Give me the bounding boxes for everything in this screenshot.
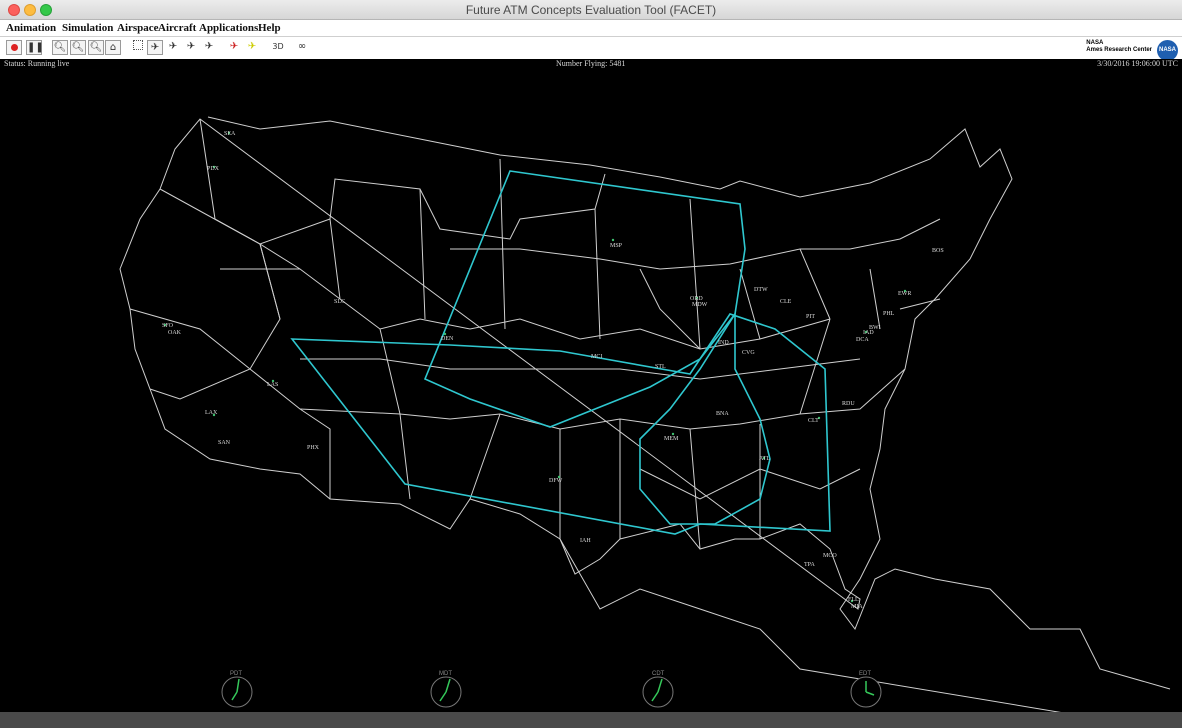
airport-labels: SEA PDX SFO OAK LAX LAS SAN PHX SLC DEN … (162, 131, 944, 610)
aircraft-button-2[interactable]: ✈ (183, 40, 199, 55)
clock-label: EDT (859, 671, 871, 677)
toolbar: ❚❚ 🔍︎ 🔍︎ 🔍︎ ⌂ ✈ ✈ ✈ ✈ ✈ ✈ 3D ∞ (0, 37, 1182, 59)
airport-label: LAX (205, 410, 218, 416)
record-icon (10, 43, 18, 51)
record-button[interactable] (6, 40, 22, 55)
fca-southern (290, 313, 831, 535)
airport-label: PHX (307, 445, 320, 451)
airport-label: MIA (851, 604, 863, 610)
branding-text: NASA Ames Research Center (1086, 40, 1152, 54)
clock-label: CDT (652, 671, 665, 677)
zoom-in-button[interactable]: 🔍︎ (52, 40, 68, 55)
airport-label: RDU (842, 401, 855, 407)
airport-label: BNA (716, 411, 729, 417)
airport-label: CLE (780, 299, 792, 305)
airport-label: BOS (932, 248, 944, 254)
airport-label: EWR (898, 291, 911, 297)
airport-label: MCI (591, 354, 602, 360)
aircraft-icon: ✈ (168, 41, 178, 52)
aircraft-highlight-icon: ✈ (247, 41, 257, 52)
branding-line2: Ames Research Center (1086, 47, 1152, 53)
airport-label: MCO (823, 553, 837, 559)
clock-cdt: CDT (642, 671, 674, 708)
nasa-logo: NASA (1157, 40, 1178, 61)
3d-button[interactable]: 3D (270, 40, 286, 55)
link-button[interactable]: ∞ (294, 40, 310, 55)
airport-label: DEN (441, 336, 454, 342)
aircraft-alert-icon: ✈ (229, 41, 239, 52)
link-icon: ∞ (297, 41, 307, 52)
clock-label: MDT (439, 671, 452, 677)
airport-label: MEM (664, 436, 679, 442)
map-canvas[interactable]: SEA PDX SFO OAK LAX LAS SAN PHX SLC DEN … (0, 69, 1182, 712)
home-icon: ⌂ (109, 42, 117, 53)
menu-help[interactable]: Help (258, 22, 281, 34)
clock-edt: EDT (850, 671, 882, 708)
aircraft-select-button[interactable]: ✈ (147, 40, 163, 55)
status-text: Status: Running live (4, 59, 70, 68)
zoom-out-icon: 🔍︎ (89, 42, 103, 53)
airport-label: OAK (168, 330, 182, 336)
airport-label: SEA (224, 131, 236, 137)
bottom-panel (0, 712, 1182, 728)
zoom-in-alt-button[interactable]: 🔍︎ (70, 40, 86, 55)
airport-label: TPA (804, 562, 815, 568)
home-button[interactable]: ⌂ (105, 40, 121, 55)
us-outline (119, 116, 1171, 712)
menu-animation[interactable]: Animation (6, 22, 56, 34)
airport-label: PHL (883, 311, 895, 317)
airport-label: MSP (610, 243, 623, 249)
airport-label: IAH (580, 538, 591, 544)
aircraft-icon: ✈ (186, 41, 196, 52)
pause-button[interactable]: ❚❚ (26, 40, 44, 55)
menu-applications[interactable]: Applications (199, 22, 258, 34)
window-title: Future ATM Concepts Evaluation Tool (FAC… (465, 3, 717, 17)
airport-label: PIT (806, 314, 815, 320)
airport-label: DTW (754, 287, 768, 293)
menu-airspace[interactable]: Airspace (117, 22, 159, 34)
zoom-in-icon: 🔍︎ (53, 42, 67, 53)
aircraft-icon: ✈ (204, 41, 214, 52)
airport-label: MDW (692, 302, 708, 308)
flying-count: Number Flying: 5481 (556, 59, 626, 68)
airport-label: DFW (549, 478, 563, 484)
airport-label: ATL (759, 456, 770, 462)
aircraft-button-1[interactable]: ✈ (165, 40, 181, 55)
airport-label: SFO (162, 323, 174, 329)
clock-pdt: PDT (221, 671, 253, 708)
airport-label: BWI (869, 325, 881, 331)
aircraft-highlight-button[interactable]: ✈ (244, 40, 260, 55)
airport-label: SAN (218, 440, 231, 446)
menu-aircraft[interactable]: Aircraft (158, 22, 196, 34)
select-region-button[interactable] (130, 40, 146, 55)
simulation-time: 3/30/2016 19:06:00 UTC (1097, 59, 1178, 68)
airport-label: SLC (334, 299, 345, 305)
clock-mdt: MDT (430, 671, 462, 708)
clock-label: PDT (230, 671, 242, 677)
airport-label: LAS (267, 382, 278, 388)
airport-label: DCA (856, 337, 869, 343)
menu-bar: Animation Simulation Airspace Aircraft A… (0, 20, 1182, 37)
airport-label: CLT (808, 418, 819, 424)
pause-icon: ❚❚ (27, 42, 44, 53)
fca-southeast (639, 311, 771, 525)
window-titlebar: Future ATM Concepts Evaluation Tool (FAC… (0, 0, 1182, 20)
select-icon (133, 40, 143, 50)
menu-simulation[interactable]: Simulation (62, 22, 113, 34)
airport-label: CVG (742, 350, 755, 356)
airport-label: FLL (848, 597, 859, 603)
airport-label: STL (655, 364, 666, 370)
aircraft-alert-button[interactable]: ✈ (226, 40, 242, 55)
zoom-out-button[interactable]: 🔍︎ (88, 40, 104, 55)
status-bar: Status: Running live Number Flying: 5481… (0, 59, 1182, 69)
airport-label: PDX (207, 166, 220, 172)
zoom-in-icon: 🔍︎ (71, 42, 85, 53)
aircraft-icon: ✈ (150, 42, 160, 53)
aircraft-button-3[interactable]: ✈ (201, 40, 217, 55)
timezone-clocks: PDT MDT CDT EDT (221, 671, 882, 708)
branding-line1: NASA (1086, 40, 1104, 46)
3d-label: 3D (272, 42, 284, 51)
airport-label: IND (718, 340, 729, 346)
